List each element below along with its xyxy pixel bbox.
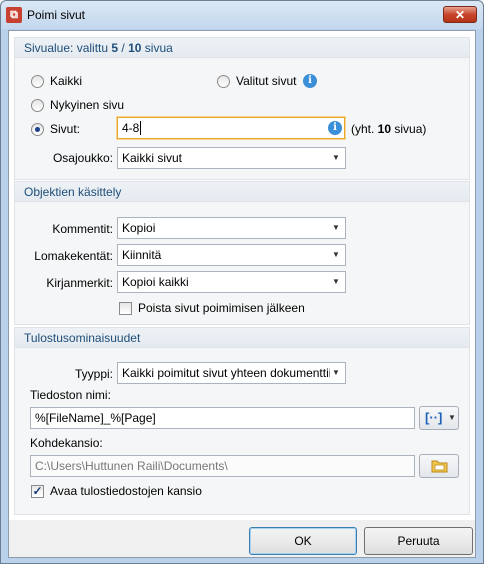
radio-all-pages[interactable] (31, 75, 44, 88)
cancel-button[interactable]: Peruuta (364, 527, 473, 555)
chevron-down-icon: ▼ (330, 272, 342, 292)
chevron-down-icon: ▼ (330, 148, 342, 168)
close-icon: ✕ (454, 8, 466, 22)
chevron-down-icon: ▼ (448, 413, 456, 422)
page-range-separator: / (118, 41, 129, 55)
radio-selected-pages-label[interactable]: Valitut sivut (236, 74, 296, 88)
output-title: Tulostusominaisuudet (24, 331, 141, 345)
bookmarks-dropdown[interactable]: Kopioi kaikki ▼ (117, 271, 346, 293)
radio-current-page-label[interactable]: Nykyinen sivu (50, 98, 124, 112)
filename-input[interactable]: %[FileName]_%[Page] (30, 407, 415, 429)
forms-dropdown[interactable]: Kiinnitä ▼ (117, 244, 346, 266)
radio-pages-label[interactable]: Sivut: (50, 122, 80, 136)
bookmarks-label: Kirjanmerkit: (46, 276, 113, 290)
dialog-body: Sivualue: valittu 5 / 10 sivua Kaikki Va… (8, 30, 476, 558)
info-icon[interactable]: i (303, 74, 317, 88)
page-range-section: Sivualue: valittu 5 / 10 sivua Kaikki Va… (14, 37, 470, 180)
total-note-count: 10 (377, 122, 392, 136)
comments-value: Kopioi (122, 221, 156, 235)
pages-range-input[interactable]: 4-8 (117, 117, 345, 139)
browse-folder-button[interactable] (419, 454, 459, 478)
extract-pages-dialog: ⧉ Poimi sivut ✕ Sivualue: valittu 5 / 10… (0, 0, 484, 564)
type-value: Kaikki poimitut sivut yhteen dokumenttii… (122, 366, 339, 380)
total-note-prefix: (yht. (351, 122, 378, 136)
pages-range-value: 4-8 (122, 121, 140, 135)
total-count: 10 (128, 41, 142, 55)
title-bar: ⧉ Poimi sivut ✕ (1, 1, 483, 29)
forms-value: Kiinnitä (122, 248, 162, 262)
object-handling-section: Objektien käsittely Kommentit: Kopioi ▼ L… (14, 181, 470, 325)
page-range-title: Sivualue: valittu 5 / 10 sivua (24, 41, 173, 55)
type-label: Tyyppi: (74, 367, 113, 381)
folder-browse-icon (431, 460, 448, 473)
object-handling-title: Objektien käsittely (24, 185, 122, 199)
ok-button[interactable]: OK (249, 527, 357, 555)
bookmarks-value: Kopioi kaikki (122, 275, 189, 289)
delete-after-label[interactable]: Poista sivut poimimisen jälkeen (138, 301, 305, 315)
object-handling-header: Objektien käsittely (15, 182, 469, 202)
window-title: Poimi sivut (27, 8, 86, 22)
chevron-down-icon: ▼ (330, 218, 342, 238)
forms-label: Lomakekentät: (34, 249, 113, 263)
page-range-title-suffix: sivua (141, 41, 173, 55)
pdf-app-icon: ⧉ (6, 7, 22, 23)
total-pages-note: (yht. 10 sivua) (351, 122, 426, 136)
radio-current-page[interactable] (31, 99, 44, 112)
folder-input[interactable]: C:\Users\Huttunen Raili\Documents\ (30, 455, 415, 477)
type-dropdown[interactable]: Kaikki poimitut sivut yhteen dokumenttii… (117, 362, 346, 384)
open-folder-label[interactable]: Avaa tulostiedostojen kansio (50, 484, 202, 498)
radio-all-pages-label[interactable]: Kaikki (50, 74, 82, 88)
page-range-title-prefix: Sivualue: valittu (24, 41, 112, 55)
chevron-down-icon: ▼ (330, 363, 342, 383)
output-header: Tulostusominaisuudet (15, 328, 469, 348)
filename-label: Tiedoston nimi: (30, 388, 111, 402)
radio-selected-pages[interactable] (217, 75, 230, 88)
comments-label: Kommentit: (52, 222, 113, 236)
pages-info-icon[interactable]: i (328, 121, 342, 135)
output-section: Tulostusominaisuudet Tyyppi: Kaikki poim… (14, 327, 470, 515)
dialog-content: Sivualue: valittu 5 / 10 sivua Kaikki Va… (9, 31, 475, 520)
macro-button[interactable]: [··] ▼ (419, 406, 459, 430)
subset-value: Kaikki sivut (122, 151, 183, 165)
chevron-down-icon: ▼ (330, 245, 342, 265)
open-folder-checkbox[interactable]: ✓ (31, 485, 44, 498)
total-note-suffix: sivua) (391, 122, 427, 136)
page-range-header: Sivualue: valittu 5 / 10 sivua (15, 38, 469, 58)
subset-label: Osajoukko: (52, 151, 113, 165)
close-button[interactable]: ✕ (443, 6, 477, 23)
delete-after-checkbox[interactable] (119, 302, 132, 315)
subset-dropdown[interactable]: Kaikki sivut ▼ (117, 147, 346, 169)
checkmark-icon: ✓ (32, 484, 43, 498)
macro-brackets-icon: [··] (425, 410, 443, 425)
radio-pages[interactable] (31, 123, 44, 136)
comments-dropdown[interactable]: Kopioi ▼ (117, 217, 346, 239)
folder-label: Kohdekansio: (30, 436, 103, 450)
